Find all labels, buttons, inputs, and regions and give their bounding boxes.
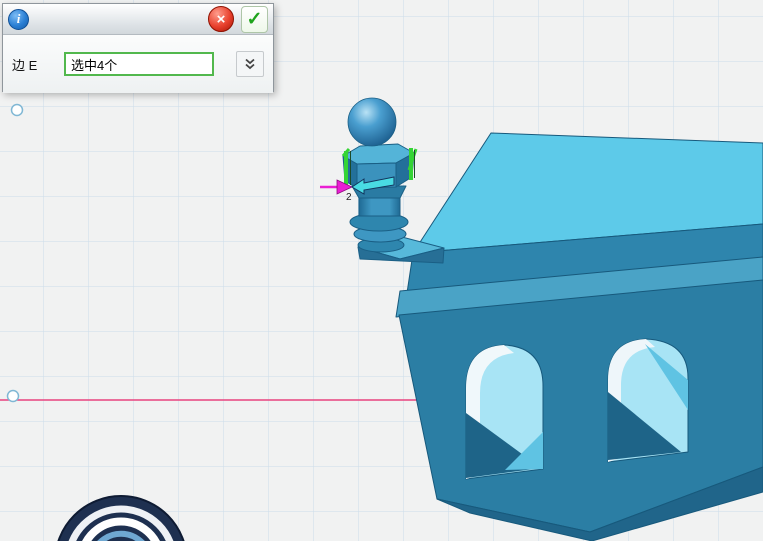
cancel-button[interactable]: × [208,6,234,32]
vertex-marker-2[interactable] [8,391,19,402]
drag-arrow-label: 2 [346,192,352,203]
vertex-marker-1[interactable] [12,105,23,116]
edge-selection-input[interactable] [64,52,214,76]
confirm-check-icon: ✓ [247,8,263,31]
dialog-titlebar: i × ✓ [3,4,273,35]
dialog-body: 边 E [3,35,273,93]
zw3d-window: 2 i × ✓ 边 E [0,0,763,541]
info-glyph: i [17,11,21,27]
confirm-button[interactable]: ✓ [241,6,268,33]
edge-field-label: 边 E [12,55,54,74]
chevron-double-down-icon[interactable] [236,51,264,77]
selection-dialog: i × ✓ 边 E [2,3,274,92]
pawn-sphere[interactable] [348,98,396,146]
bridge-model[interactable] [396,133,763,541]
cancel-icon: × [217,11,226,28]
arch-window-2[interactable] [608,339,688,462]
pawn-hex-small[interactable] [359,197,400,216]
info-icon[interactable]: i [8,9,29,30]
arch-window-1[interactable] [466,345,543,479]
